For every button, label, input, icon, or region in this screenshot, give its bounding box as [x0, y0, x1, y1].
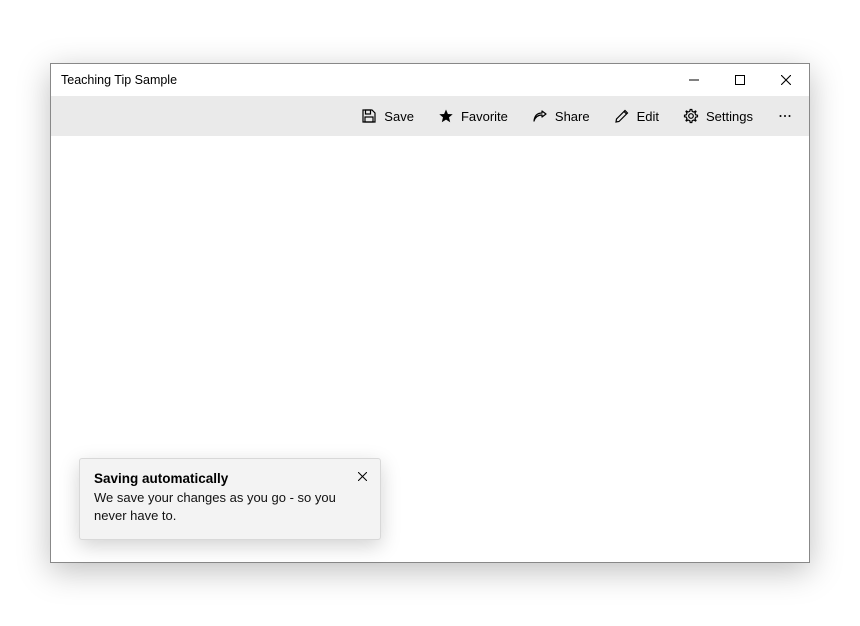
titlebar: Teaching Tip Sample	[51, 64, 809, 96]
share-button[interactable]: Share	[520, 96, 602, 136]
app-window: Teaching Tip Sample	[50, 63, 810, 563]
share-icon	[532, 108, 548, 124]
window-title: Teaching Tip Sample	[61, 73, 671, 87]
command-bar: Save Favorite Share Edit	[51, 96, 809, 136]
tip-title: Saving automatically	[94, 471, 366, 486]
content-area: Saving automatically We save your change…	[51, 136, 809, 562]
favorite-label: Favorite	[461, 109, 508, 124]
tip-close-button[interactable]	[353, 468, 371, 486]
more-icon	[777, 108, 793, 124]
caption-buttons	[671, 64, 809, 96]
maximize-icon	[735, 75, 745, 85]
favorite-button[interactable]: Favorite	[426, 96, 520, 136]
edit-icon	[614, 108, 630, 124]
more-button[interactable]	[765, 96, 805, 136]
edit-button[interactable]: Edit	[602, 96, 671, 136]
minimize-icon	[689, 75, 699, 85]
minimize-button[interactable]	[671, 64, 717, 96]
gear-icon	[683, 108, 699, 124]
tip-subtitle: We save your changes as you go - so you …	[94, 489, 366, 525]
share-label: Share	[555, 109, 590, 124]
close-button[interactable]	[763, 64, 809, 96]
settings-label: Settings	[706, 109, 753, 124]
teaching-tip: Saving automatically We save your change…	[79, 458, 381, 540]
edit-label: Edit	[637, 109, 659, 124]
settings-button[interactable]: Settings	[671, 96, 765, 136]
close-icon	[781, 75, 791, 85]
save-label: Save	[384, 109, 414, 124]
save-button[interactable]: Save	[349, 96, 426, 136]
maximize-button[interactable]	[717, 64, 763, 96]
close-icon	[358, 468, 367, 486]
save-icon	[361, 108, 377, 124]
star-icon	[438, 108, 454, 124]
